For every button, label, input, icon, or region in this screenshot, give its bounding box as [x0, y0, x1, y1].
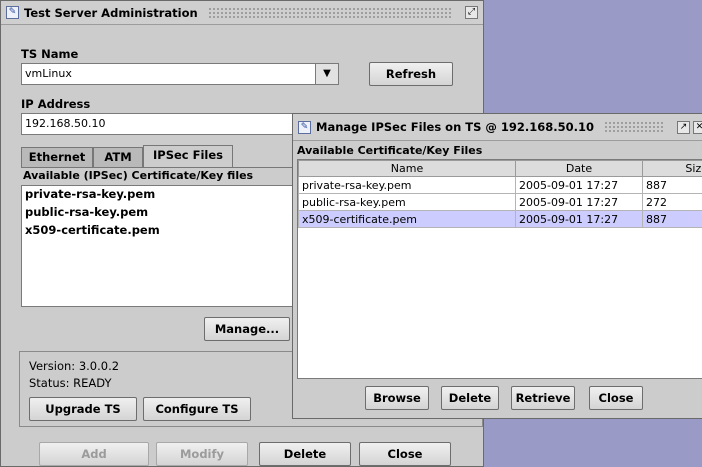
files-table: Name Date Size private-rsa-key.pem 2005-… [298, 160, 702, 228]
main-window-title: Test Server Administration [24, 5, 198, 20]
restore-icon[interactable]: ⤢ [465, 6, 478, 19]
cell-name: public-rsa-key.pem [298, 193, 516, 211]
refresh-button[interactable]: Refresh [369, 62, 453, 86]
ts-name-combo[interactable]: vmLinux ▼ [21, 63, 339, 85]
modify-button[interactable]: Modify [156, 442, 248, 466]
close-button[interactable]: Close [359, 442, 451, 466]
dialog-title: Manage IPSec Files on TS @ 192.168.50.10 [316, 120, 595, 134]
cell-date: 2005-09-01 17:27 [515, 176, 643, 194]
cell-size: 887 [642, 210, 702, 228]
table-header-row: Name Date Size [298, 160, 702, 177]
main-titlebar[interactable]: ✎ Test Server Administration ⤢ [1, 1, 483, 25]
table-row-selected[interactable]: x509-certificate.pem 2005-09-01 17:27 88… [298, 210, 702, 228]
app-icon: ✎ [6, 6, 19, 19]
configure-ts-button[interactable]: Configure TS [143, 397, 251, 421]
cell-size: 272 [642, 193, 702, 211]
dialog-app-icon: ✎ [298, 120, 311, 134]
column-header-date[interactable]: Date [515, 160, 643, 177]
status-text: Status: READY [29, 376, 112, 390]
column-header-name[interactable]: Name [298, 160, 516, 177]
version-text: Version: 3.0.0.2 [29, 359, 120, 373]
ipsec-files-label: Available (IPSec) Certificate/Key files [23, 169, 254, 182]
dialog-section-label: Available Certificate/Key Files [297, 144, 483, 157]
titlebar-grip [207, 6, 452, 19]
chevron-down-icon[interactable]: ▼ [315, 64, 338, 84]
ts-name-value: vmLinux [25, 67, 72, 80]
browse-button[interactable]: Browse [365, 386, 429, 410]
table-row[interactable]: private-rsa-key.pem 2005-09-01 17:27 887 [298, 176, 702, 194]
upgrade-ts-button[interactable]: Upgrade TS [29, 397, 137, 421]
column-header-size[interactable]: Size [642, 160, 702, 177]
maximize-icon[interactable]: ↗ [677, 120, 690, 134]
manage-ipsec-dialog: ✎ Manage IPSec Files on TS @ 192.168.50.… [292, 113, 702, 419]
cell-date: 2005-09-01 17:27 [515, 210, 643, 228]
tab-ethernet[interactable]: Ethernet [21, 147, 93, 168]
tab-atm[interactable]: ATM [93, 147, 143, 168]
cell-size: 887 [642, 176, 702, 194]
tab-ipsec-files[interactable]: IPSec Files [143, 145, 233, 168]
dialog-delete-button[interactable]: Delete [441, 386, 499, 410]
ip-address-value: 192.168.50.10 [25, 117, 106, 130]
cell-name: x509-certificate.pem [298, 210, 516, 228]
table-row[interactable]: public-rsa-key.pem 2005-09-01 17:27 272 [298, 193, 702, 211]
delete-button[interactable]: Delete [259, 442, 351, 466]
dialog-titlebar[interactable]: ✎ Manage IPSec Files on TS @ 192.168.50.… [293, 114, 702, 141]
manage-button[interactable]: Manage... [204, 317, 290, 341]
dialog-close-button[interactable]: Close [589, 386, 643, 410]
add-button[interactable]: Add [39, 442, 149, 466]
ip-address-label: IP Address [21, 97, 91, 111]
close-icon[interactable]: ✕ [693, 120, 702, 134]
files-table-container[interactable]: Name Date Size private-rsa-key.pem 2005-… [297, 159, 702, 379]
retrieve-button[interactable]: Retrieve [511, 386, 575, 410]
cell-date: 2005-09-01 17:27 [515, 193, 643, 211]
ts-name-label: TS Name [21, 47, 79, 61]
dialog-titlebar-grip [604, 121, 664, 133]
cell-name: private-rsa-key.pem [298, 176, 516, 194]
